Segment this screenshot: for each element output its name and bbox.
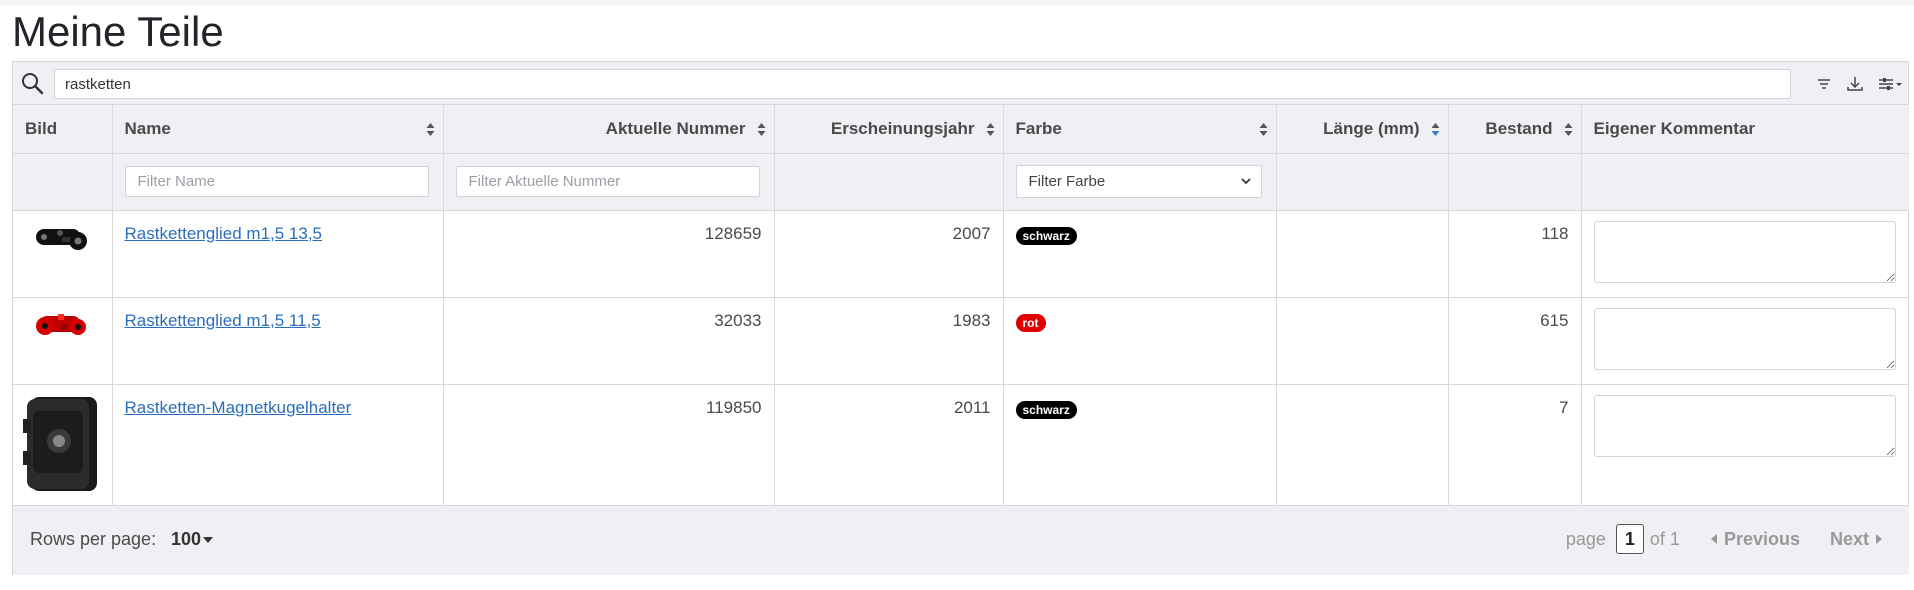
farbe-cell: schwarz <box>1003 210 1277 298</box>
jahr-cell: 2007 <box>774 210 1004 298</box>
caret-left-icon <box>1710 534 1717 544</box>
column-header-jahr[interactable]: Erscheinungsjahr <box>774 105 1004 154</box>
column-settings-icon[interactable] <box>1876 75 1904 93</box>
page-label: page <box>1565 528 1606 549</box>
part-name-cell: Rastkettenglied m1,5 11,5 <box>112 297 444 385</box>
previous-button[interactable]: Previous <box>1710 529 1800 550</box>
filter-nummer-input[interactable] <box>455 166 760 197</box>
filter-farbe-select[interactable]: Filter Farbe <box>1015 165 1262 198</box>
sort-icon <box>426 123 434 136</box>
parts-table: Bild Name Aktuelle Nummer Erscheinungsja… <box>13 105 1909 506</box>
part-image-magnet-holder <box>23 396 98 491</box>
table-toolbar <box>13 62 1908 105</box>
sort-icon <box>986 123 994 136</box>
filter-icon[interactable] <box>1813 75 1835 93</box>
laenge-cell <box>1276 297 1449 385</box>
column-header-farbe-label: Farbe <box>1015 118 1062 138</box>
previous-label: Previous <box>1723 528 1800 549</box>
part-image-cell <box>13 384 113 506</box>
kommentar-cell <box>1581 297 1909 385</box>
part-link[interactable]: Rastkettenglied m1,5 11,5 <box>125 311 321 330</box>
column-header-bestand[interactable]: Bestand <box>1448 105 1582 154</box>
filter-name-input[interactable] <box>124 166 429 197</box>
table-row: Rastkettenglied m1,5 11,5 32033 1983 rot… <box>13 297 1909 385</box>
column-header-bild: Bild <box>13 105 113 154</box>
color-badge: schwarz <box>1015 226 1077 245</box>
filter-cell-nummer <box>443 153 775 211</box>
next-button[interactable]: Next <box>1830 529 1883 550</box>
part-link[interactable]: Rastketten-Magnetkugelhalter <box>125 398 352 417</box>
part-name-cell: Rastkettenglied m1,5 13,5 <box>112 210 444 298</box>
page-title: Meine Teile <box>12 8 224 55</box>
sort-icon <box>1564 123 1572 136</box>
rows-per-page-select[interactable]: 100 <box>171 529 214 550</box>
page-of-label: of 1 <box>1649 528 1680 549</box>
table-row: Rastkettenglied m1,5 13,5 128659 2007 sc… <box>13 210 1909 298</box>
color-badge: schwarz <box>1015 400 1077 419</box>
sort-icon <box>1259 123 1267 136</box>
column-header-name[interactable]: Name <box>112 105 444 154</box>
filter-farbe-value: Filter Farbe <box>1028 173 1106 190</box>
column-header-laenge-label: Länge (mm) <box>1323 118 1420 138</box>
column-header-name-label: Name <box>124 118 171 138</box>
comment-textarea[interactable] <box>1593 307 1896 370</box>
pagination: page 1 of 1 Previous Next <box>1566 524 1883 554</box>
column-header-jahr-label: Erscheinungsjahr <box>830 118 975 138</box>
bestand-cell: 7 <box>1448 384 1582 506</box>
download-icon[interactable] <box>1844 75 1866 93</box>
jahr-cell: 2011 <box>774 384 1004 506</box>
filter-cell-name <box>112 153 444 211</box>
part-image-cell <box>13 210 113 298</box>
nummer-cell: 128659 <box>443 210 775 298</box>
sort-active-icon <box>1431 123 1439 136</box>
part-link[interactable]: Rastkettenglied m1,5 13,5 <box>125 224 323 243</box>
column-header-nummer[interactable]: Aktuelle Nummer <box>443 105 775 154</box>
caret-right-icon <box>1876 534 1882 544</box>
filter-cell-empty <box>13 153 113 211</box>
column-header-farbe[interactable]: Farbe <box>1003 105 1277 154</box>
farbe-cell: rot <box>1003 297 1277 385</box>
sort-icon <box>757 123 765 136</box>
part-image-cell <box>13 297 113 385</box>
column-header-nummer-label: Aktuelle Nummer <box>605 118 746 138</box>
search-icon <box>22 73 44 95</box>
page-number-input[interactable]: 1 <box>1615 524 1644 554</box>
laenge-cell <box>1276 384 1449 506</box>
jahr-cell: 1983 <box>774 297 1004 385</box>
comment-textarea[interactable] <box>1593 220 1896 283</box>
part-image-chain-link-red <box>36 313 87 335</box>
farbe-cell: schwarz <box>1003 384 1277 506</box>
laenge-cell <box>1276 210 1449 298</box>
column-header-kommentar: Eigener Kommentar <box>1581 105 1909 154</box>
parts-table-panel: Bild Name Aktuelle Nummer Erscheinungsja… <box>12 61 1909 575</box>
caret-down-icon <box>203 536 214 543</box>
bestand-cell: 118 <box>1448 210 1582 298</box>
table-row: Rastketten-Magnetkugelhalter 119850 2011… <box>13 384 1909 506</box>
search-input[interactable] <box>54 69 1791 99</box>
bestand-cell: 615 <box>1448 297 1582 385</box>
table-footer: Rows per page: 100 page 1 of 1 Previous … <box>13 505 1909 575</box>
part-name-cell: Rastketten-Magnetkugelhalter <box>112 384 444 506</box>
rows-per-page-label: Rows per page: <box>30 529 157 549</box>
color-badge: rot <box>1015 313 1046 332</box>
next-label: Next <box>1829 528 1869 549</box>
filter-cell-empty <box>1448 153 1582 211</box>
part-image-chain-link-black <box>36 228 88 250</box>
filter-cell-empty <box>1581 153 1909 211</box>
kommentar-cell <box>1581 210 1909 298</box>
rows-per-page-value: 100 <box>171 529 202 549</box>
filter-cell-empty <box>774 153 1004 211</box>
nummer-cell: 32033 <box>443 297 775 385</box>
filter-cell-farbe: Filter Farbe <box>1003 153 1277 211</box>
nummer-cell: 119850 <box>443 384 775 506</box>
kommentar-cell <box>1581 384 1909 506</box>
filter-cell-empty <box>1276 153 1449 211</box>
chevron-down-icon <box>1240 178 1251 185</box>
comment-textarea[interactable] <box>1593 394 1896 457</box>
column-header-bestand-label: Bestand <box>1485 118 1553 138</box>
column-header-laenge[interactable]: Länge (mm) <box>1276 105 1449 154</box>
